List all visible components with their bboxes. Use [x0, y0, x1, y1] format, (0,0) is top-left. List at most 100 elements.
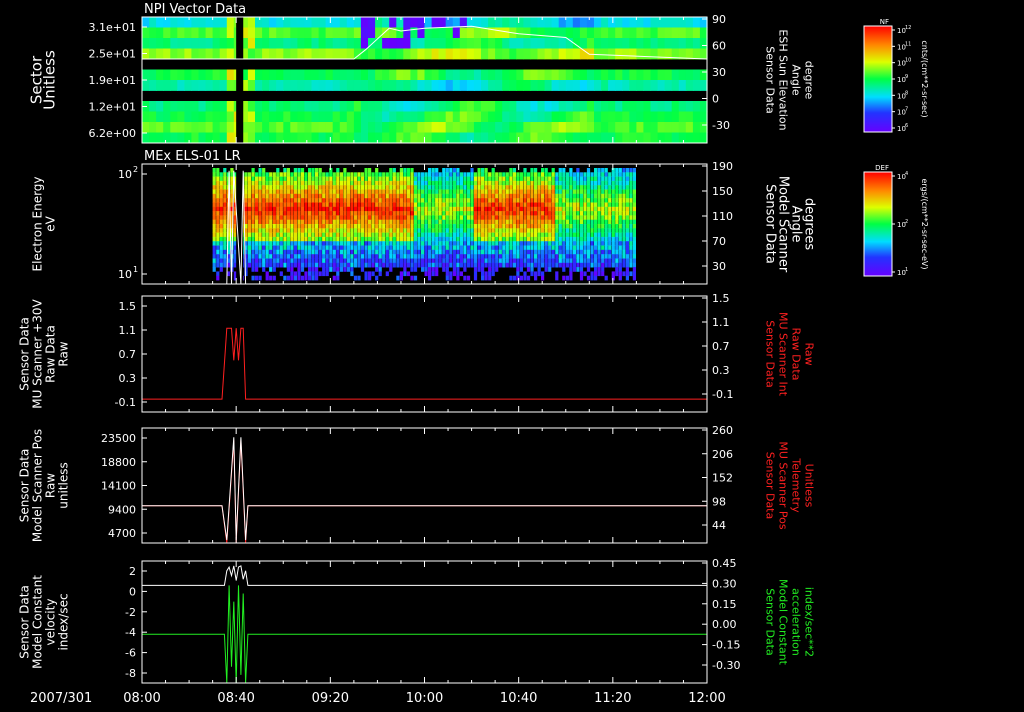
spectrogram-cell — [488, 111, 496, 123]
spectrogram-cell — [481, 254, 485, 259]
spectrogram-cell — [622, 132, 630, 144]
spectrogram-cell — [488, 211, 492, 216]
spectrogram-cell — [332, 206, 336, 212]
spectrogram-cell — [477, 180, 481, 186]
spectrogram-cell — [406, 215, 410, 221]
spectrogram-cell — [311, 101, 320, 112]
spectrogram-cell — [389, 176, 393, 182]
spectrogram-cell — [247, 122, 256, 133]
spectrogram-cell — [523, 132, 532, 144]
spectrogram-cell — [403, 228, 407, 233]
spectrogram-cell — [276, 172, 280, 177]
spectrogram-cell — [452, 241, 456, 246]
spectrogram-cell — [269, 27, 277, 39]
spectrogram-cell — [488, 262, 492, 268]
colorbar-label: cnts/(cm**2-sr-sec) — [920, 40, 929, 117]
right-axis-label-line: Model Constant — [777, 579, 790, 666]
spectrogram-cell — [156, 38, 164, 49]
spectrogram-cell — [318, 254, 322, 259]
spectrogram-cell — [488, 180, 492, 186]
spectrogram-cell — [435, 262, 439, 268]
spectrogram-cell — [293, 258, 297, 264]
spectrogram-cell — [360, 262, 365, 268]
spectrogram-cell — [523, 111, 532, 123]
spectrogram-cell — [632, 185, 636, 190]
spectrogram-cell — [223, 215, 227, 221]
spectrogram-cell — [244, 202, 248, 208]
spectrogram-cell — [346, 262, 350, 268]
spectrogram-cell — [269, 132, 277, 144]
spectrogram-cell — [618, 193, 622, 199]
colorbar-tick-exponent: 2 — [905, 219, 908, 225]
spectrogram-cell — [304, 176, 308, 182]
spectrogram-cell — [586, 224, 591, 229]
spectrogram-cell — [265, 241, 269, 246]
spectrogram-cell — [329, 219, 333, 225]
spectrogram-cell — [247, 211, 252, 216]
spectrogram-cell — [406, 236, 410, 242]
spectrogram-cell — [625, 176, 629, 182]
chart-svg: NPI Vector Data3.1e+012.5e+011.9e+011.2e… — [0, 0, 1024, 708]
spectrogram-cell — [452, 258, 456, 264]
spectrogram-cell — [495, 189, 499, 195]
spectrogram-cell — [491, 232, 495, 238]
spectrogram-cell — [332, 17, 341, 28]
spectrogram-cell — [516, 236, 520, 242]
spectrogram-cell — [622, 176, 626, 182]
spectrogram-cell — [371, 224, 375, 229]
spectrogram-cell — [308, 271, 312, 277]
spectrogram-cell — [272, 275, 276, 281]
spectrogram-cell — [685, 38, 694, 49]
spectrogram-cell — [424, 185, 428, 190]
spectrogram-cell — [435, 232, 439, 238]
right-tick-label: 90 — [712, 13, 726, 26]
spectrogram-cell — [255, 258, 259, 264]
spectrogram-cell — [339, 38, 348, 49]
spectrogram-cell — [664, 111, 673, 123]
spectrogram-cell — [396, 262, 400, 268]
spectrogram-cell — [413, 241, 418, 246]
spectrogram-cell — [410, 122, 419, 133]
spectrogram-cell — [332, 198, 336, 203]
spectrogram-cell — [576, 249, 580, 255]
spectrogram-cell — [276, 228, 280, 233]
spectrogram-cell — [385, 228, 389, 233]
spectrogram-cell — [438, 38, 447, 49]
spectrogram-cell — [304, 122, 313, 133]
spectrogram-cell — [629, 198, 633, 203]
spectrogram-cell — [505, 202, 509, 208]
spectrogram-cell — [608, 228, 612, 233]
spectrogram-cell — [544, 111, 553, 123]
spectrogram-cell — [403, 202, 407, 208]
spectrogram-cell — [378, 189, 382, 195]
spectrogram-cell — [262, 224, 266, 229]
spectrogram-cell — [219, 198, 223, 203]
spectrogram-cell — [350, 271, 354, 277]
spectrogram-cell — [608, 224, 612, 229]
spectrogram-cell — [290, 38, 298, 49]
spectrogram-cell — [290, 172, 294, 177]
spectrogram-cell — [212, 267, 216, 272]
spectrogram-cell — [297, 202, 301, 208]
spectrogram-cell — [424, 245, 428, 251]
spectrogram-cell — [346, 122, 355, 133]
spectrogram-cell — [470, 185, 474, 190]
spectrogram-cell — [604, 172, 608, 177]
spectrogram-cell — [456, 172, 460, 177]
spectrogram-cell — [650, 101, 659, 112]
spectrogram-cell — [583, 176, 587, 182]
spectrogram-cell — [657, 132, 666, 144]
spectrogram-cell — [523, 48, 532, 60]
spectrogram-cell — [219, 132, 228, 144]
spectrogram-cell — [622, 198, 626, 203]
spectrogram-cell — [519, 202, 523, 208]
spectrogram-cell — [481, 80, 489, 91]
spectrogram-cell — [364, 215, 368, 221]
spectrogram-cell — [551, 172, 555, 177]
spectrogram-cell — [219, 202, 223, 208]
spectrogram-cell — [304, 180, 308, 186]
spectrogram-cell — [216, 258, 220, 264]
spectrogram-cell — [216, 236, 220, 242]
spectrogram-cell — [424, 176, 428, 182]
spectrogram-cell — [396, 172, 400, 177]
